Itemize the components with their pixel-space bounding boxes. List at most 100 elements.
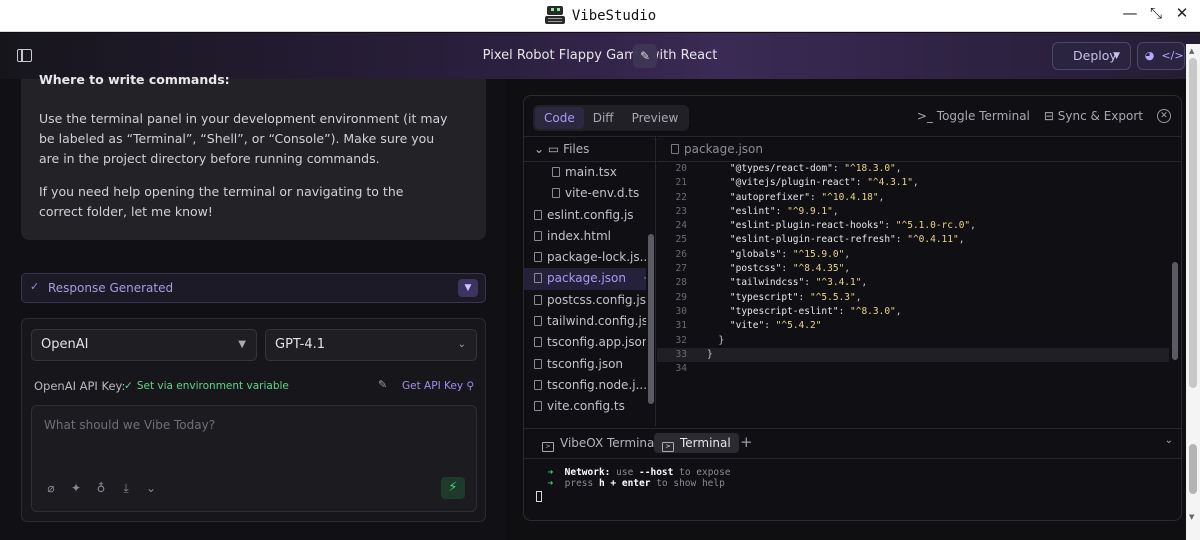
sync-export-button[interactable]: ⊟ Sync & Export: [1044, 109, 1143, 123]
line-number: 31: [675, 320, 687, 332]
file-item[interactable]: tailwind.config.js: [524, 311, 646, 332]
scroll-down-icon[interactable]: ▼: [1189, 513, 1194, 521]
code-line: 34: [657, 362, 1169, 376]
tab-code[interactable]: Code: [535, 107, 584, 129]
json-value: "^5.4.2": [775, 320, 822, 332]
tab-diff[interactable]: Diff: [584, 107, 623, 129]
file-item[interactable]: vite.config.ts: [524, 396, 646, 417]
json-key: "globals": [729, 248, 782, 260]
json-value: "^0.4.11": [907, 234, 959, 246]
scrollbar-thumb[interactable]: [648, 234, 654, 404]
code-line: 23 "eslint": "^9.9.1",: [657, 205, 1169, 219]
file-item[interactable]: index.html: [524, 226, 646, 247]
minimize-icon[interactable]: —: [1122, 4, 1138, 22]
code-line: 24 "eslint-plugin-react-hooks": "^5.1.0-…: [657, 219, 1169, 233]
file-icon: [534, 273, 542, 284]
response-generated-bar[interactable]: ✓ Response Generated ▼: [21, 273, 486, 303]
file-item[interactable]: main.tsx: [524, 162, 646, 183]
model-select[interactable]: GPT-4.1 ⌄: [265, 329, 477, 361]
check-icon: ✓: [124, 380, 133, 392]
json-value: "^4.3.1": [867, 177, 913, 189]
sparkle-icon[interactable]: ✦: [69, 481, 83, 497]
edit-key-pencil-icon[interactable]: ✎: [378, 378, 387, 391]
editor-file-tab[interactable]: package.json: [657, 136, 1181, 162]
file-item[interactable]: vite-env.d.ts: [524, 183, 646, 204]
download-icon[interactable]: ⤓: [119, 481, 133, 497]
send-button[interactable]: ⚡: [441, 477, 465, 499]
edit-title-button[interactable]: ✎: [633, 44, 657, 68]
tab-vibeox-terminal[interactable]: > VibeOX Terminal: [534, 433, 666, 453]
file-icon: [534, 252, 542, 263]
attach-icon[interactable]: ⌀: [44, 481, 58, 497]
prompt-box: ⌀ ✦ ♁ ⤓ ⌄ ⚡: [31, 405, 477, 512]
file-item[interactable]: eslint.config.js: [524, 205, 646, 226]
scroll-up-icon[interactable]: ▲: [1189, 47, 1194, 55]
microphone-icon[interactable]: ♁: [94, 481, 108, 497]
chevron-down-icon[interactable]: ⌄: [1165, 435, 1173, 446]
files-pane: ⌄ ▭ Files main.tsx vite-env.d.ts eslint.co…: [524, 136, 656, 426]
scrollbar-thumb[interactable]: [1189, 444, 1197, 494]
pencil-icon: ✎: [639, 49, 651, 63]
json-key: "eslint-plugin-react-refresh": [729, 234, 896, 246]
scrollbar-thumb[interactable]: [1172, 262, 1178, 360]
terminal-tabs: > VibeOX Terminal > Terminal + ⌄: [524, 428, 1181, 456]
code-toolbar: >_ Toggle Terminal ⊟ Sync & Export ✕: [917, 109, 1171, 123]
file-item[interactable]: package-lock.js...: [524, 247, 646, 268]
json-value: "^5.5.3": [809, 291, 856, 303]
prompt-input[interactable]: [44, 418, 464, 432]
scrollbar-track: [1189, 58, 1197, 388]
file-item[interactable]: postcss.config.js: [524, 290, 646, 311]
tab-terminal[interactable]: > Terminal: [654, 433, 739, 453]
add-terminal-icon[interactable]: +: [740, 433, 753, 451]
code-editor[interactable]: 20 "@types/react-dom": "^18.3.0", 21 "@vi…: [657, 162, 1169, 426]
file-item[interactable]: tsconfig.json: [524, 354, 646, 375]
line-number: 20: [675, 163, 687, 174]
close-window-icon[interactable]: ✕: [1174, 4, 1190, 22]
json-value: "^5.1.0-rc.0": [895, 220, 971, 232]
window-scrollbar[interactable]: ▲ ▼: [1186, 44, 1200, 540]
json-key: "tailwindcss": [729, 277, 805, 289]
json-punctuation: }: [707, 348, 713, 360]
json-punctuation: ,: [970, 220, 976, 232]
chevron-down-icon[interactable]: ⌄: [144, 481, 158, 497]
terminal-output[interactable]: ➜ Network: use --host to expose ➜ press …: [524, 458, 1181, 520]
close-panel-icon[interactable]: ✕: [1157, 109, 1171, 123]
file-icon: [534, 316, 542, 327]
folder-icon: ▭: [547, 142, 560, 156]
json-key: "eslint-plugin-react-hooks": [729, 220, 885, 232]
json-key: "vite": [729, 320, 765, 332]
json-punctuation: ,: [878, 191, 885, 203]
change-badge: +2: [643, 268, 646, 289]
chevron-down-icon[interactable]: ⌄: [534, 142, 544, 156]
get-api-key-link[interactable]: Get API Key ⚲: [402, 380, 474, 392]
deploy-label: Deploy: [1073, 48, 1117, 63]
provider-select[interactable]: OpenAI ▼: [31, 329, 257, 361]
json-punctuation: }: [718, 334, 725, 346]
code-line: 28 "tailwindcss": "^3.4.1",: [657, 276, 1169, 290]
editor-scrollbar[interactable]: [1169, 162, 1181, 426]
line-number: 33: [675, 348, 687, 360]
json-key: "eslint": [729, 205, 776, 217]
file-icon: [552, 167, 560, 177]
maximize-icon[interactable]: ⤡: [1148, 4, 1164, 22]
deploy-button[interactable]: Deploy ▼: [1052, 42, 1131, 70]
files-label: Files: [563, 142, 590, 156]
project-title: Pixel Robot Flappy Game with React: [482, 48, 718, 63]
file-item[interactable]: package.json +2: [524, 268, 646, 290]
code-icon[interactable]: </>: [1161, 43, 1184, 69]
files-header: ⌄ ▭ Files: [524, 136, 656, 162]
line-number: 28: [675, 277, 687, 289]
file-item[interactable]: tsconfig.app.json: [524, 332, 646, 353]
compose-card: OpenAI ▼ GPT-4.1 ⌄ OpenAI API Key: ✓ Set …: [21, 318, 486, 522]
brain-icon[interactable]: ◕: [1138, 43, 1161, 69]
json-value: "^18.3.0": [844, 163, 896, 174]
tab-preview[interactable]: Preview: [623, 107, 688, 129]
json-value: "^8.4.35": [792, 263, 845, 275]
arrow-icon: ➜: [547, 467, 554, 478]
chevron-down-icon[interactable]: ▼: [458, 279, 478, 297]
file-tree-scrollbar[interactable]: [647, 162, 655, 426]
file-item[interactable]: tsconfig.node.j...: [524, 375, 646, 396]
code-line: 26 "globals": "^15.9.0",: [657, 248, 1169, 262]
terminal-text: to expose: [679, 467, 731, 478]
toggle-terminal-button[interactable]: >_ Toggle Terminal: [917, 109, 1030, 123]
